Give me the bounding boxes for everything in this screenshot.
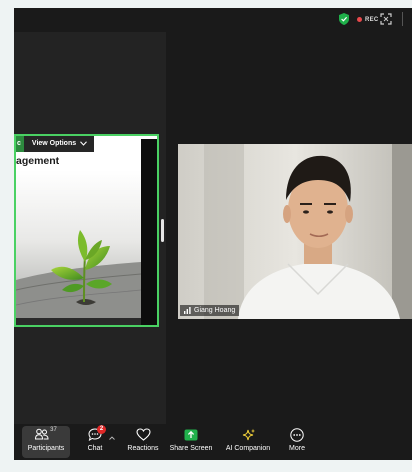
meeting-toolbar: 37 Participants 2 Chat Reactions Share S… xyxy=(14,424,412,460)
chevron-down-icon xyxy=(80,141,88,146)
record-dot-icon xyxy=(357,17,362,22)
more-icon-wrap xyxy=(290,426,304,443)
share-screen-button[interactable]: Share Screen xyxy=(168,426,214,458)
sprout-photo xyxy=(16,170,141,325)
chevron-up-icon[interactable] xyxy=(109,436,115,440)
more-label: More xyxy=(289,445,305,452)
view-options-label: View Options xyxy=(31,140,77,147)
fullscreen-icon[interactable] xyxy=(380,13,392,25)
share-screen-label: Share Screen xyxy=(169,445,213,452)
ai-companion-label: AI Companion xyxy=(225,445,271,452)
chat-label: Chat xyxy=(87,445,103,452)
view-options-button[interactable]: View Options xyxy=(23,136,95,152)
reactions-icon-wrap xyxy=(135,426,151,443)
participant-name-label: Giang Hoang xyxy=(180,305,240,316)
participants-count: 37 xyxy=(50,427,57,433)
participant-video-tile[interactable]: Giang Hoang xyxy=(178,144,412,319)
reactions-button[interactable]: Reactions xyxy=(122,426,164,458)
chat-unread-badge: 2 xyxy=(97,425,106,434)
more-button[interactable]: More xyxy=(282,426,312,458)
sparkle-icon xyxy=(242,428,255,440)
participants-label: Participants xyxy=(27,445,65,452)
split-resize-handle[interactable] xyxy=(161,219,164,242)
participants-icon-wrap: 37 xyxy=(35,426,57,443)
chat-button[interactable]: 2 Chat xyxy=(80,425,110,458)
share-screen-icon-wrap xyxy=(184,426,198,443)
more-icon xyxy=(290,427,304,442)
shield-check-icon[interactable] xyxy=(339,13,349,25)
participants-button[interactable]: 37 Participants xyxy=(22,426,70,458)
slide-title: agement xyxy=(16,155,60,167)
top-bar: REC xyxy=(14,8,412,32)
ai-companion-icon-wrap xyxy=(241,426,256,443)
chat-icon-wrap: 2 xyxy=(88,425,106,443)
ai-companion-button[interactable]: AI Companion xyxy=(222,426,274,458)
slide-footer xyxy=(16,318,141,325)
recording-indicator[interactable]: REC xyxy=(357,14,379,25)
participant-video xyxy=(178,144,412,319)
share-screen-icon xyxy=(184,429,198,440)
participants-icon xyxy=(35,428,49,440)
heart-icon xyxy=(135,428,151,441)
participant-name: Giang Hoang xyxy=(194,307,236,314)
share-toolbar: c View Options xyxy=(16,136,95,152)
rec-label: REC xyxy=(365,16,379,23)
signal-bars-icon xyxy=(184,307,191,314)
share-tag: c xyxy=(16,136,24,152)
meeting-window: REC c View Options agement Giang Hoang 3… xyxy=(14,8,412,460)
topbar-divider xyxy=(402,12,403,26)
shared-screen-panel[interactable]: c View Options agement xyxy=(14,134,159,327)
reactions-label: Reactions xyxy=(127,445,159,452)
slide-edge xyxy=(141,139,157,325)
